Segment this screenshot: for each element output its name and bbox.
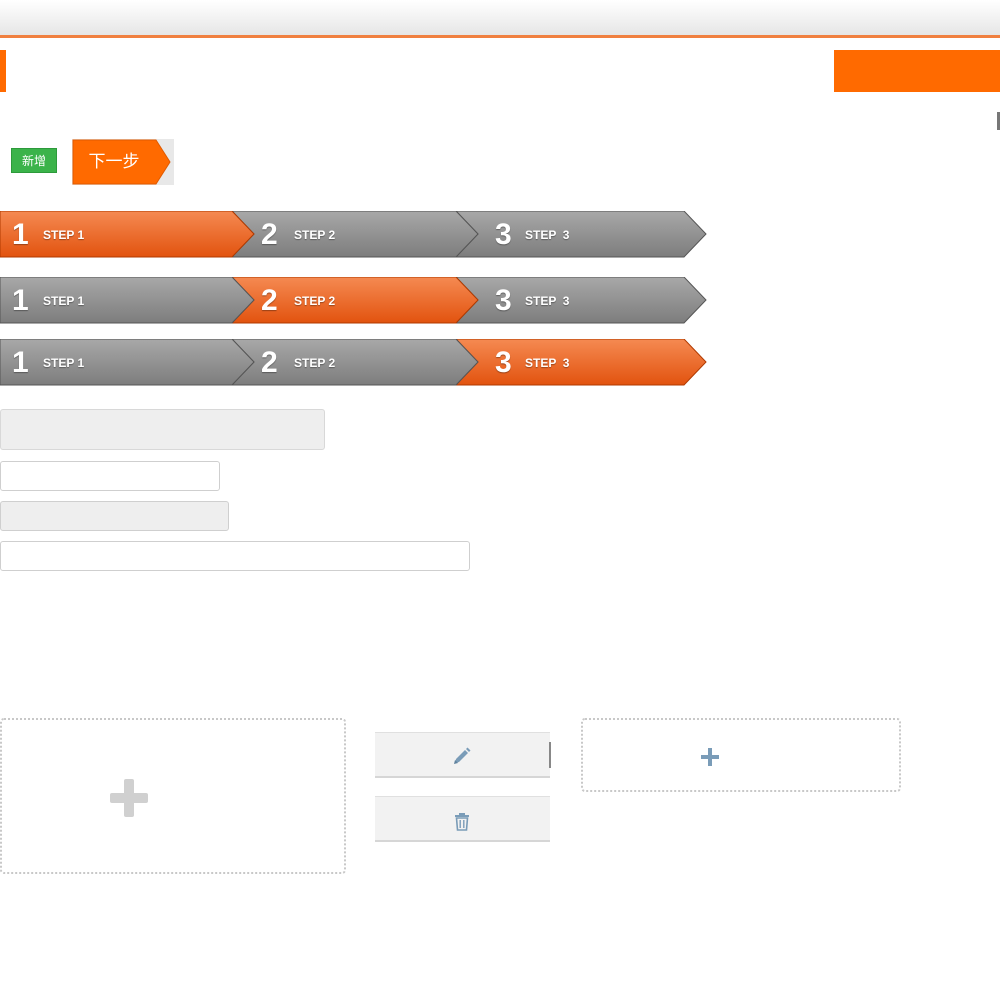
step-bar-2: 1 STEP 1 2 STEP 2 3 STEP 3 — [0, 277, 710, 325]
step-bar-3: 1 STEP 1 2 STEP 2 3 STEP 3 — [0, 339, 710, 387]
step-segment-3 — [454, 339, 707, 386]
step-3-label: STEP 3 — [525, 356, 570, 370]
step-3-label: STEP 3 — [525, 228, 570, 242]
step-bar-3-shapes — [0, 339, 707, 386]
step-2-label: STEP 2 — [294, 294, 336, 308]
step-1-number: 1 — [12, 284, 29, 317]
step-1-label: STEP 1 — [43, 294, 85, 308]
step-2-number: 2 — [261, 284, 278, 317]
step-segment-1 — [0, 211, 255, 258]
text-field-4[interactable] — [0, 541, 470, 571]
step-segment-1 — [0, 339, 255, 386]
step-1-label: STEP 1 — [43, 356, 85, 370]
step-3-number: 3 — [495, 218, 512, 251]
button-separator — [549, 742, 551, 768]
text-field-2[interactable] — [0, 461, 220, 491]
next-step-label: 下一步 — [88, 152, 140, 171]
step-1-number: 1 — [12, 218, 29, 251]
image-upload-box[interactable] — [0, 718, 346, 874]
step-2-number: 2 — [261, 346, 278, 379]
step-3-label: STEP 3 — [525, 294, 570, 308]
edit-button[interactable] — [375, 732, 550, 778]
plus-icon — [701, 748, 719, 766]
step-segment-1 — [0, 277, 255, 324]
delete-button[interactable] — [375, 796, 550, 842]
step-2-label: STEP 2 — [294, 356, 336, 370]
step-bar-1: 1 STEP 1 2 STEP 2 3 STEP 3 — [0, 211, 710, 259]
step-segment-3 — [454, 277, 707, 324]
step-3-number: 3 — [495, 284, 512, 317]
trash-icon — [455, 813, 469, 831]
header-right-block — [834, 50, 1000, 92]
step-3-number: 3 — [495, 346, 512, 379]
header-left-accent — [0, 50, 6, 92]
step-2-label: STEP 2 — [294, 228, 336, 242]
step-bar-1-shapes — [0, 211, 707, 258]
next-step-button[interactable]: 下一步 — [72, 139, 174, 185]
text-field-1[interactable] — [0, 409, 325, 450]
step-segment-3 — [454, 211, 707, 258]
add-button[interactable]: 新增 — [11, 148, 57, 173]
add-item-box[interactable] — [581, 718, 901, 792]
step-1-number: 1 — [12, 346, 29, 379]
plus-icon — [110, 779, 148, 817]
pencil-icon — [454, 747, 471, 764]
step-bar-2-shapes — [0, 277, 707, 324]
step-2-number: 2 — [261, 218, 278, 251]
step-1-label: STEP 1 — [43, 228, 85, 242]
top-header-bar — [0, 0, 1000, 38]
text-field-3[interactable] — [0, 501, 229, 531]
